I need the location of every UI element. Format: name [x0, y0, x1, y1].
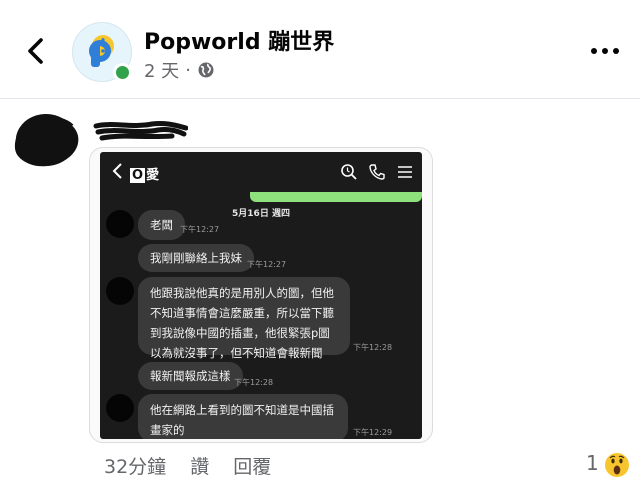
reply-button[interactable]: 回覆	[233, 452, 271, 479]
chat-message: 報新聞報成這樣	[138, 362, 243, 390]
sent-bubble-partial	[250, 192, 422, 202]
message-time: 下午12:27	[247, 260, 287, 269]
chat-message: 老闆	[138, 210, 185, 240]
menu-icon	[398, 166, 412, 178]
sender-avatar-redacted	[106, 394, 134, 422]
chat-toolbar: O愛	[100, 152, 422, 190]
back-arrow-icon[interactable]	[22, 36, 52, 66]
commenter-avatar-redacted[interactable]	[10, 108, 82, 170]
phone-icon	[369, 164, 385, 180]
message-time: 下午12:27	[180, 225, 220, 234]
chat-back-icon	[112, 163, 122, 179]
comment-time[interactable]: 32分鐘	[104, 452, 166, 479]
post-meta: 2 天 ·	[144, 57, 215, 83]
post-header: Popworld 蹦世界 2 天 ·	[0, 0, 640, 98]
comment-actions: 32分鐘 讚 回覆	[104, 452, 271, 479]
message-time: 下午12:29	[353, 428, 393, 437]
more-options-icon[interactable]	[588, 40, 622, 62]
message-time: 下午12:28	[234, 378, 274, 387]
search-icon	[341, 164, 357, 180]
globe-icon	[198, 62, 214, 78]
comment-image[interactable]: O愛 5月16日 週四 老闆 下午12:27 我剛剛聯絡上我妹 下午12:27 …	[89, 147, 433, 443]
message-time: 下午12:28	[353, 343, 393, 352]
commenter-name-redacted[interactable]	[92, 118, 188, 142]
chat-message: 他跟我說他真的是用別人的圖，但他不知道事情會這麼嚴重，所以當下聽到我說像中國的插…	[138, 277, 350, 360]
wow-reaction-icon[interactable]	[604, 452, 630, 478]
chat-message: 他在網路上看到的圖不知道是中國插畫家的	[138, 394, 348, 439]
like-button[interactable]: 讚	[190, 452, 209, 479]
post-time[interactable]: 2 天	[144, 57, 179, 83]
header-divider	[0, 98, 640, 99]
online-status-indicator	[113, 63, 132, 82]
sender-avatar-redacted	[106, 277, 134, 305]
chat-message: 我剛剛聯絡上我妹	[138, 244, 254, 272]
meta-separator: ·	[185, 59, 191, 81]
sender-avatar-redacted	[106, 210, 134, 238]
chat-screenshot: O愛 5月16日 週四 老闆 下午12:27 我剛剛聯絡上我妹 下午12:27 …	[100, 152, 422, 439]
page-name[interactable]: Popworld 蹦世界	[144, 24, 334, 56]
chat-contact-name: O愛	[130, 168, 160, 183]
reaction-count[interactable]: 1	[586, 451, 599, 475]
